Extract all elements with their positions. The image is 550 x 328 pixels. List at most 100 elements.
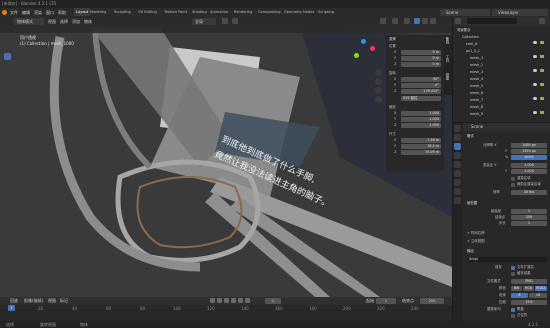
annotate-tool-icon[interactable]	[4, 115, 11, 122]
navigation-gizmo[interactable]	[350, 39, 378, 67]
scale-y-field[interactable]: 1.000	[401, 117, 441, 122]
blender-logo-icon[interactable]	[2, 10, 7, 15]
tab-item[interactable]: 条目	[445, 37, 450, 44]
stereo-panel[interactable]: > 立体视图	[467, 239, 484, 244]
object-props-icon[interactable]	[454, 179, 461, 186]
vp-menu-view[interactable]: 视图	[48, 19, 56, 24]
rot-z-field[interactable]: 178.412°	[401, 89, 441, 94]
zoom-icon[interactable]	[375, 69, 382, 76]
outliner-editor-icon[interactable]	[455, 18, 461, 24]
vp-menu-select[interactable]: 选择	[60, 19, 68, 24]
tab-texture-paint[interactable]: Texture Paint	[164, 8, 187, 16]
mode-dropdown[interactable]: 物体模式	[14, 18, 44, 25]
timeline-menu-marker[interactable]: 标记	[60, 298, 68, 303]
current-frame-field[interactable]: 1	[265, 298, 281, 304]
camera-icon[interactable]	[540, 111, 544, 114]
res-y-field[interactable]: 1920 px	[511, 149, 547, 154]
cache-checkbox[interactable]	[511, 272, 515, 276]
res-x-field[interactable]: 1080 px	[511, 143, 547, 148]
output-props-icon[interactable]	[454, 143, 461, 150]
gizmo-x-axis-icon[interactable]	[370, 46, 375, 51]
pan-hand-icon[interactable]	[375, 78, 382, 85]
transform-tool-icon[interactable]	[4, 102, 11, 109]
scale-x-field[interactable]: 1.000	[401, 111, 441, 116]
eye-icon[interactable]	[533, 69, 537, 72]
outliner-scene-collection[interactable]: 场景集合	[457, 27, 541, 33]
menu-window[interactable]: 窗口	[46, 10, 54, 15]
select-tool-icon[interactable]	[4, 53, 11, 60]
tab-scripting[interactable]: Scripting	[318, 8, 334, 16]
overlay-icon[interactable]	[392, 18, 398, 24]
orientation-dropdown[interactable]: 全局	[192, 18, 216, 25]
camera-icon[interactable]	[540, 41, 544, 44]
camera-view-icon[interactable]	[375, 87, 382, 94]
res-pct-field[interactable]: 100%	[511, 155, 547, 160]
modifier-props-icon[interactable]	[454, 188, 461, 195]
eye-icon[interactable]	[533, 83, 537, 86]
frame-range-title[interactable]: 帧范围	[467, 201, 477, 206]
playhead[interactable]: 1	[8, 305, 15, 311]
tab-tool[interactable]: 工具	[445, 55, 450, 62]
rotation-mode-dropdown[interactable]: XYZ 欧拉	[401, 96, 441, 101]
eye-icon[interactable]	[533, 41, 537, 44]
tab-layout[interactable]: Layout	[74, 8, 91, 16]
camera-icon[interactable]	[540, 97, 544, 100]
vp-menu-object[interactable]: 物体	[84, 19, 92, 24]
view-layer-props-icon[interactable]	[454, 152, 461, 159]
timeline-menu-playback[interactable]: 回放	[10, 298, 18, 303]
vp-menu-add[interactable]: 添加	[72, 19, 80, 24]
dim-x-field[interactable]: 7.58 m	[401, 138, 441, 143]
tab-geometry-nodes[interactable]: Geometry Nodes	[284, 8, 314, 16]
eye-icon[interactable]	[533, 55, 537, 58]
outliner-row[interactable]: Collection	[462, 34, 546, 40]
depth-8-option[interactable]: 8	[511, 293, 528, 298]
tab-modeling[interactable]: Modeling	[90, 8, 106, 16]
gizmo-z-axis-icon[interactable]	[361, 39, 366, 44]
3d-viewport[interactable]: 物体模式 视图 选择 添加 物体 全局 到底他到底做了什么手脚, 竟然让我没法读…	[0, 17, 452, 297]
shading-solid-icon[interactable]	[414, 18, 420, 24]
compression-field[interactable]: 15%	[511, 300, 547, 305]
rot-y-field[interactable]: -0°	[401, 83, 441, 88]
timeline-menu-keying[interactable]: 抠像(插帧)	[24, 298, 43, 303]
frame-step-field[interactable]: 1	[511, 221, 547, 226]
world-props-icon[interactable]	[454, 170, 461, 177]
play-icon[interactable]	[231, 298, 236, 303]
loc-z-field[interactable]: 0 m	[401, 62, 441, 67]
time-stretch-panel[interactable]: > 时间拉伸	[467, 231, 484, 236]
next-key-icon[interactable]	[238, 298, 243, 303]
fps-dropdown[interactable]: 30 fps	[511, 190, 547, 195]
visibility-icon[interactable]	[380, 18, 386, 24]
scene-props-icon[interactable]	[454, 161, 461, 168]
tool-props-icon[interactable]	[454, 125, 461, 132]
camera-icon[interactable]	[540, 55, 544, 58]
frame-end-field[interactable]: 250	[511, 215, 547, 220]
xray-icon[interactable]	[404, 18, 410, 24]
color-bw-option[interactable]: BW	[511, 286, 522, 291]
file-ext-checkbox[interactable]	[511, 266, 515, 270]
jump-start-icon[interactable]	[210, 298, 215, 303]
eye-icon[interactable]	[533, 97, 537, 100]
aspect-x-field[interactable]: 1.000	[511, 163, 547, 168]
tab-uv-editing[interactable]: UV Editing	[138, 8, 157, 16]
prev-key-icon[interactable]	[217, 298, 222, 303]
menu-render[interactable]: 渲染	[34, 10, 42, 15]
color-rgb-option[interactable]: RGB	[523, 286, 534, 291]
menu-edit[interactable]: 编辑	[22, 10, 30, 15]
scene-selector[interactable]: Scene	[440, 9, 490, 16]
scale-z-field[interactable]: 1.000	[401, 123, 441, 128]
output-panel-title[interactable]: 输出	[467, 249, 474, 254]
rot-x-field[interactable]: 90°	[401, 77, 441, 82]
filter-icon[interactable]	[539, 18, 545, 24]
viewlayer-selector[interactable]: ViewLayer	[492, 9, 548, 16]
proportional-icon[interactable]	[232, 18, 238, 24]
timeline-start-field[interactable]: 1	[376, 298, 396, 304]
tab-sculpting[interactable]: Sculpting	[114, 8, 131, 16]
tab-shading[interactable]: Shading	[192, 8, 207, 16]
crop-checkbox[interactable]	[511, 183, 515, 187]
rotate-tool-icon[interactable]	[4, 84, 11, 91]
add-cube-tool-icon[interactable]	[4, 137, 11, 144]
menu-file[interactable]: 文件	[10, 10, 18, 15]
gizmo-y-axis-icon[interactable]	[354, 53, 359, 58]
ortho-toggle-icon[interactable]	[375, 96, 382, 103]
shading-rendered-icon[interactable]	[430, 18, 436, 24]
